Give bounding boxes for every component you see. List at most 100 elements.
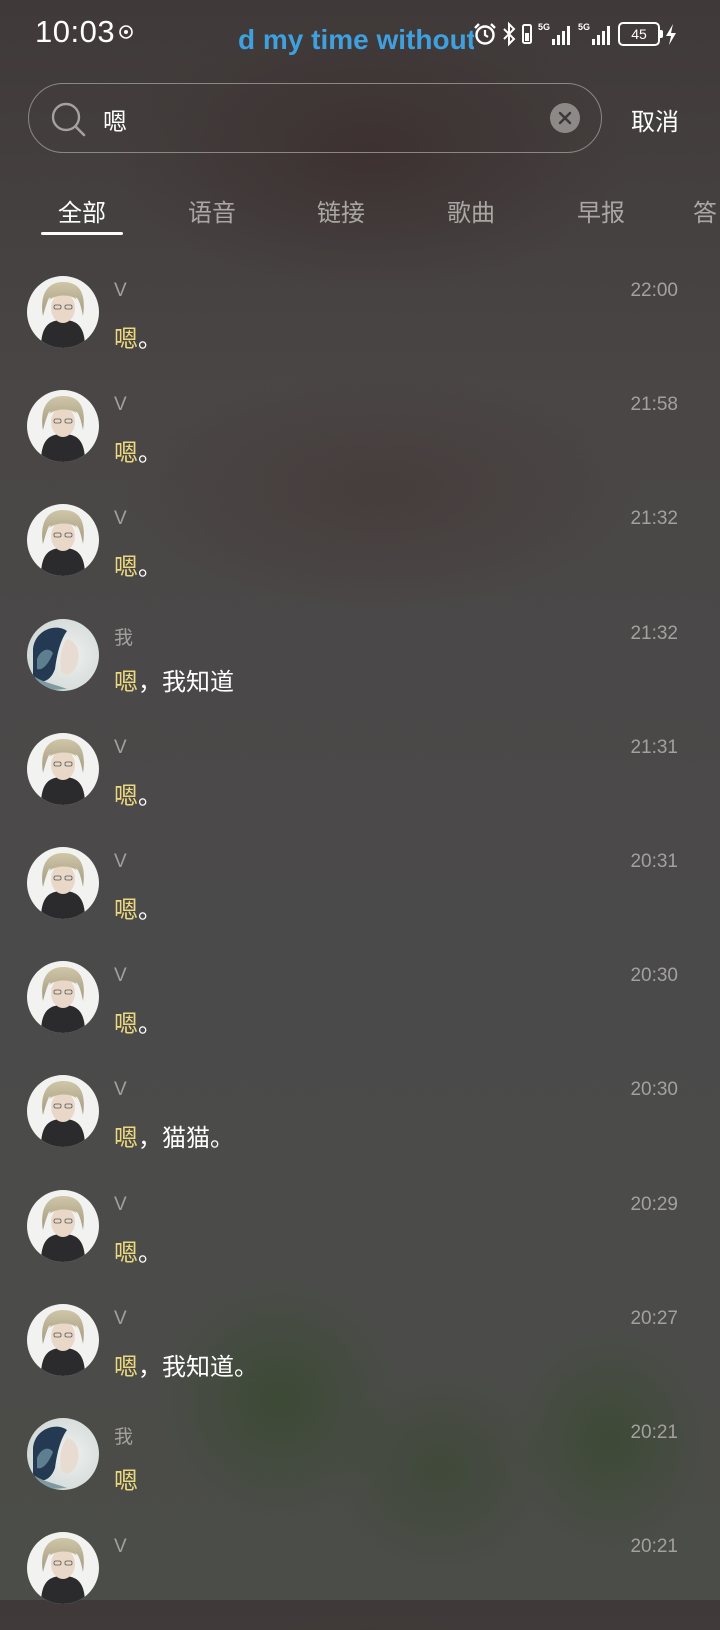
sender-name: V: [114, 1079, 127, 1101]
sender-name: V: [114, 736, 127, 758]
highlight-match: 嗯: [114, 668, 138, 696]
message-text: 嗯。: [114, 319, 162, 354]
filter-tabs: 全部 语音 链接 歌曲 早报 答: [0, 190, 720, 240]
message-time: 21:32: [630, 622, 678, 644]
message-text: 嗯。: [114, 547, 162, 582]
sender-name: 我: [114, 627, 134, 649]
tab-more[interactable]: 答: [693, 193, 717, 228]
search-result-item[interactable]: V 20:21: [0, 1516, 720, 1630]
search-result-item[interactable]: V 21:32 嗯。: [0, 488, 720, 602]
close-icon: [558, 111, 572, 125]
highlight-match: 嗯: [114, 1125, 138, 1153]
search-result-item[interactable]: 我 20:21 嗯: [0, 1402, 720, 1516]
search-input[interactable]: 嗯: [28, 83, 602, 153]
signal-5g-icon: 5G: [578, 22, 610, 45]
avatar-self[interactable]: [27, 1418, 99, 1490]
message-time: 20:30: [630, 965, 678, 987]
network-label: 5G: [578, 22, 590, 32]
signal-5g-icon: 5G: [538, 22, 570, 45]
avatar-contact[interactable]: [27, 1075, 99, 1148]
message-time: 20:21: [630, 1536, 678, 1558]
status-bar: 10:03 d my time without 5G 5G 45: [0, 0, 720, 70]
active-tab-indicator: [41, 232, 123, 235]
sender-name: 我: [114, 1427, 134, 1448]
highlight-match: 嗯: [114, 326, 138, 353]
cancel-button[interactable]: 取消: [631, 102, 679, 137]
search-query: 嗯: [103, 109, 127, 136]
now-playing-lyric: d my time without: [238, 24, 474, 55]
message-time: 20:21: [630, 1422, 678, 1443]
avatar-contact[interactable]: [27, 504, 99, 577]
search-result-item[interactable]: V 22:00 嗯。: [0, 260, 720, 374]
highlight-match: 嗯: [114, 554, 138, 582]
avatar-contact[interactable]: [27, 1189, 99, 1262]
avatar-contact[interactable]: [27, 276, 99, 348]
message-time: 22:00: [630, 280, 678, 301]
message-rest: ，我知道。: [138, 1353, 258, 1381]
message-time: 20:31: [630, 851, 678, 872]
status-time: 10:03: [35, 14, 116, 49]
tab-all[interactable]: 全部: [58, 193, 106, 228]
search-result-item[interactable]: V 21:58 嗯。: [0, 374, 720, 488]
vpn-icon: [119, 25, 133, 39]
vibrate-icon: [522, 24, 532, 44]
tab-morning-report[interactable]: 早报: [577, 193, 625, 228]
message-time: 21:58: [630, 394, 678, 416]
bluetooth-icon: [503, 21, 516, 47]
message-rest: 。: [138, 1011, 162, 1039]
highlight-match: 嗯: [114, 1239, 138, 1267]
message-rest: 。: [138, 897, 162, 924]
status-icons: 5G 5G 45: [472, 18, 678, 50]
message-time: 21:32: [630, 508, 678, 530]
highlight-match: 嗯: [114, 1011, 138, 1039]
message-text: 嗯，猫猫。: [114, 1118, 234, 1153]
search-result-item[interactable]: V 20:30 嗯，猫猫。: [0, 1059, 720, 1173]
search-result-item[interactable]: V 20:31 嗯。: [0, 831, 720, 945]
clear-icon[interactable]: [550, 103, 580, 133]
avatar-contact[interactable]: [27, 732, 99, 805]
avatar-contact[interactable]: [27, 390, 99, 463]
message-rest: 。: [138, 554, 162, 582]
sender-name: V: [114, 851, 127, 872]
message-rest: 。: [138, 782, 162, 810]
message-rest: 。: [138, 326, 162, 353]
sender-name: V: [114, 1307, 127, 1329]
message-text: 嗯，我知道: [114, 662, 234, 697]
avatar-contact[interactable]: [27, 1303, 99, 1376]
message-rest: ，我知道: [138, 668, 234, 696]
message-rest: 。: [138, 440, 162, 468]
search-result-item[interactable]: 我 21:32 嗯，我知道: [0, 603, 720, 717]
message-text: 嗯。: [114, 1004, 162, 1039]
message-text: 嗯，我知道。: [114, 1347, 258, 1382]
sender-name: V: [114, 280, 127, 301]
avatar-contact[interactable]: [27, 1532, 99, 1605]
search-icon: [51, 102, 86, 137]
message-text: 嗯。: [114, 433, 162, 468]
search-result-item[interactable]: V 20:30 嗯。: [0, 945, 720, 1059]
message-time: 21:31: [630, 736, 678, 758]
avatar-self[interactable]: [27, 618, 99, 691]
tab-links[interactable]: 链接: [317, 193, 365, 228]
message-text: 嗯: [114, 1461, 138, 1496]
battery-icon: 45: [618, 22, 663, 46]
tab-songs[interactable]: 歌曲: [447, 193, 495, 228]
highlight-match: 嗯: [114, 440, 138, 468]
avatar-contact[interactable]: [27, 847, 99, 919]
sender-name: V: [114, 1193, 127, 1215]
message-rest: 。: [138, 1239, 162, 1267]
network-label: 5G: [538, 22, 550, 32]
message-text: 嗯。: [114, 890, 162, 925]
search-result-item[interactable]: V 21:31 嗯。: [0, 717, 720, 831]
highlight-match: 嗯: [114, 897, 138, 924]
message-text: 嗯。: [114, 776, 162, 811]
sender-name: V: [114, 394, 127, 416]
tab-voice[interactable]: 语音: [188, 193, 236, 228]
search-result-item[interactable]: V 20:27 嗯，我知道。: [0, 1288, 720, 1402]
avatar-contact[interactable]: [27, 961, 99, 1034]
message-time: 20:30: [630, 1079, 678, 1101]
sender-name: V: [114, 965, 127, 987]
search-result-item[interactable]: V 20:29 嗯。: [0, 1174, 720, 1288]
message-text: 嗯。: [114, 1233, 162, 1268]
highlight-match: 嗯: [114, 1468, 138, 1495]
charging-icon: [666, 24, 676, 45]
